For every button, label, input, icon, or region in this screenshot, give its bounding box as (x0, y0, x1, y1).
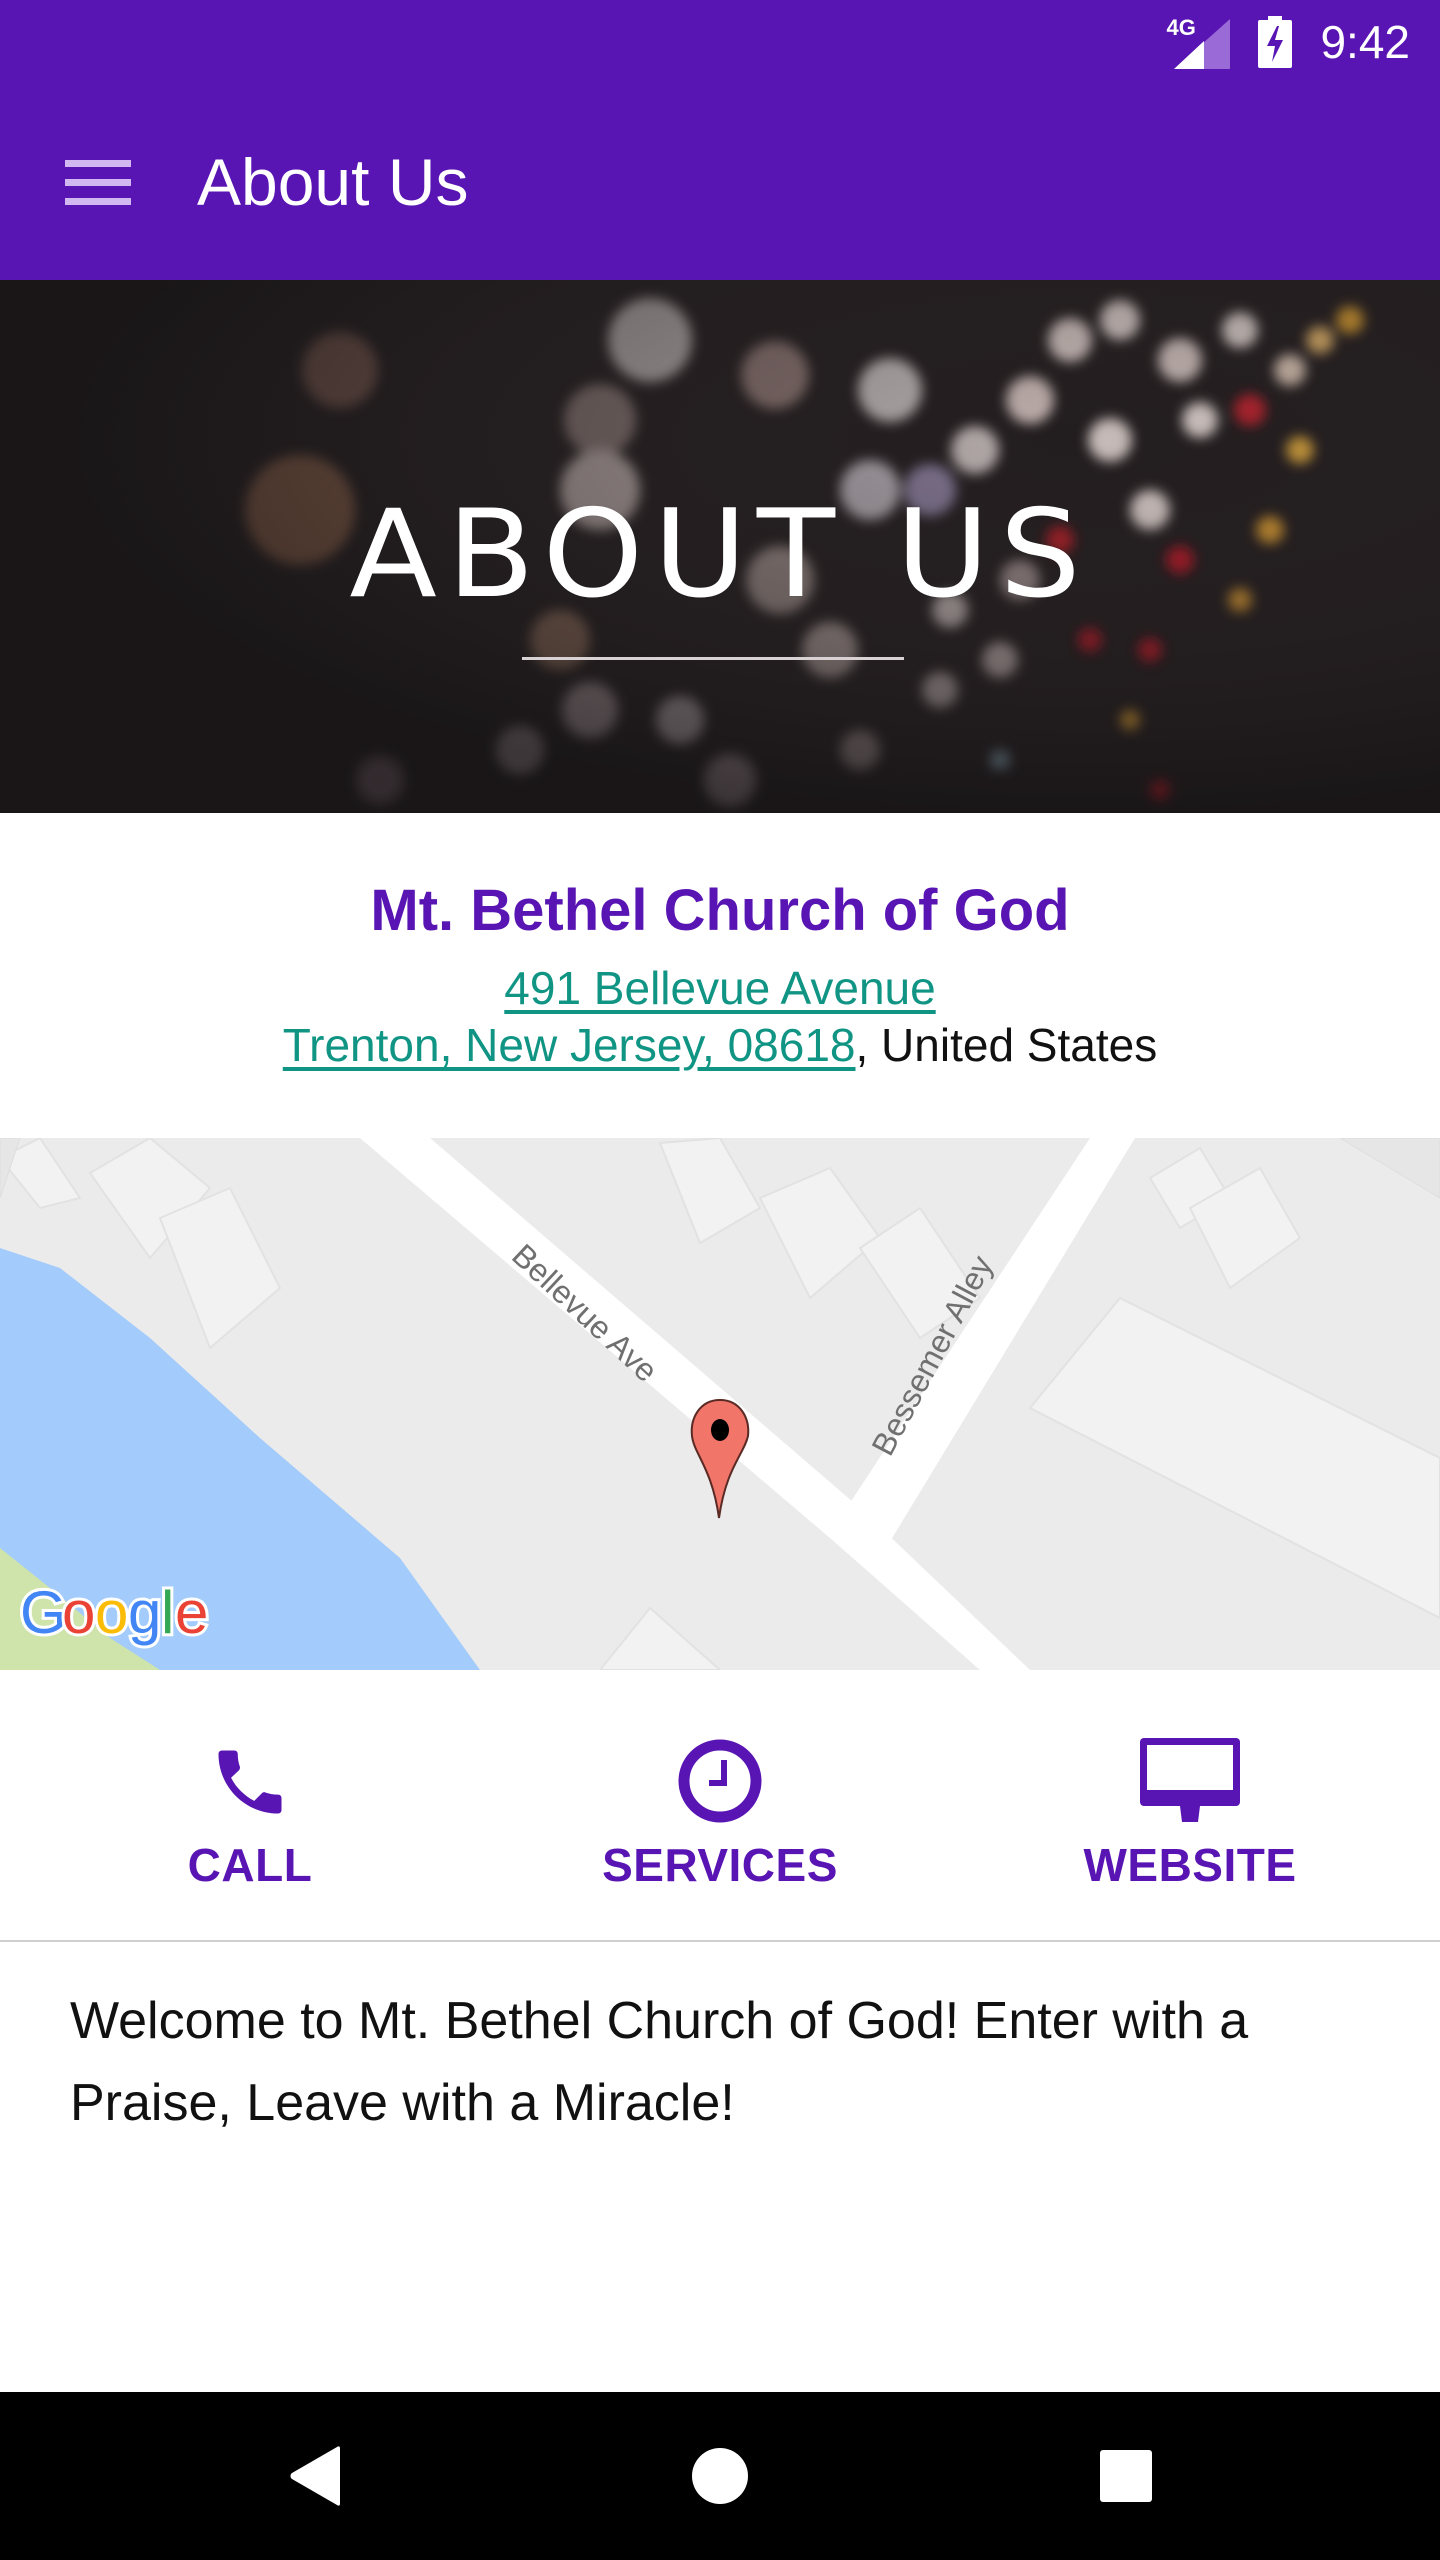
home-button[interactable] (660, 2426, 780, 2526)
app-bar: About Us (0, 84, 1440, 280)
svg-text:l: l (161, 1579, 174, 1646)
welcome-text: Welcome to Mt. Bethel Church of God! Ent… (70, 1992, 1249, 2132)
menu-button[interactable] (50, 146, 146, 218)
call-button[interactable]: CALL (100, 1732, 400, 1892)
desktop-icon (1140, 1738, 1240, 1822)
svg-text:o: o (95, 1579, 128, 1646)
home-icon (692, 2448, 748, 2504)
map-view[interactable]: Bellevue Ave Bessemer Alley G o o g l e (0, 1138, 1440, 1670)
page-title: About Us (197, 145, 469, 219)
google-logo: G o o g l e (17, 1576, 211, 1649)
address-street-link[interactable]: 491 Bellevue Avenue (504, 962, 935, 1014)
battery-charging-icon (1258, 16, 1293, 68)
signal-icon: 4G (1166, 15, 1231, 69)
call-label: CALL (187, 1839, 313, 1891)
phone-icon (218, 1750, 282, 1814)
svg-text:e: e (175, 1579, 208, 1646)
back-icon (290, 2446, 340, 2506)
clock: 9:42 (1320, 16, 1410, 68)
svg-text:o: o (62, 1579, 95, 1646)
address-line-2: Trenton, New Jersey, 08618, United State… (0, 1018, 1440, 1072)
clock-icon (678, 1739, 762, 1823)
services-button[interactable]: SERVICES (570, 1732, 870, 1892)
website-label: WEBSITE (1083, 1839, 1297, 1891)
back-button[interactable] (256, 2426, 376, 2526)
hero-banner: ABOUT US (0, 280, 1440, 813)
website-button[interactable]: WEBSITE (1040, 1732, 1340, 1892)
address-line-1: 491 Bellevue Avenue (0, 961, 1440, 1015)
street-label-bellevue: Bellevue Ave (505, 1237, 664, 1389)
svg-text:g: g (128, 1579, 161, 1646)
svg-text:G: G (20, 1579, 67, 1646)
status-icons: 4G 9:42 (1166, 0, 1410, 84)
action-bar: CALL SERVICES WEBSITE (0, 1670, 1440, 1942)
system-navigation-bar (0, 2392, 1440, 2560)
status-bar: 4G 9:42 (0, 0, 1440, 84)
church-name: Mt. Bethel Church of God (370, 878, 1070, 943)
recents-icon (1100, 2450, 1152, 2502)
address-country: , United States (855, 1019, 1158, 1071)
hero-title: ABOUT US (349, 483, 1091, 626)
hero-divider (522, 657, 904, 660)
recents-button[interactable] (1066, 2426, 1186, 2526)
services-label: SERVICES (602, 1839, 838, 1891)
hamburger-menu-icon (65, 160, 131, 205)
address-city-link[interactable]: Trenton, New Jersey, 08618 (283, 1019, 856, 1071)
church-info: Mt. Bethel Church of God 491 Bellevue Av… (0, 813, 1440, 1138)
